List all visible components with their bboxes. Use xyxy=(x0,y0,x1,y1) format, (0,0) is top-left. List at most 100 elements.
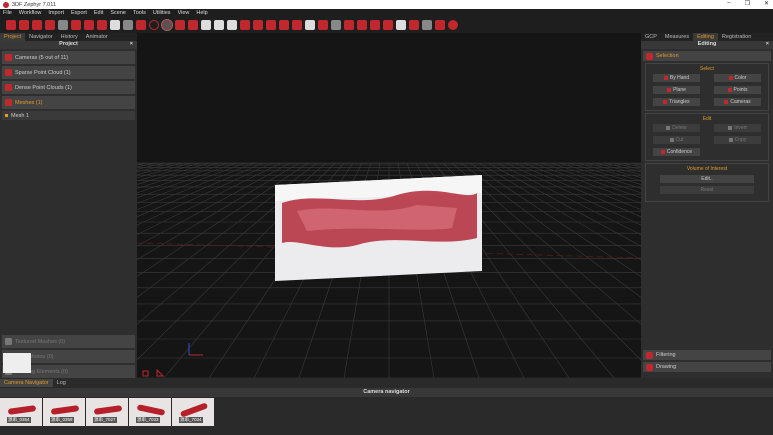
button-label: Points xyxy=(733,87,748,93)
menu-file[interactable]: File xyxy=(3,10,12,16)
thumbnail-label: 源串_7027 xyxy=(93,417,117,423)
confidence-button[interactable]: Confidence xyxy=(653,148,700,156)
ortho-icon[interactable] xyxy=(123,20,133,30)
tab-project[interactable]: Project xyxy=(0,33,26,41)
camera-thumbnail[interactable]: 源串_7027 xyxy=(86,398,128,426)
box-icon[interactable] xyxy=(292,20,302,30)
tab-camera-navigator[interactable]: Camera Navigator xyxy=(0,379,53,387)
cameras-button[interactable]: Cameras xyxy=(714,98,761,106)
copy-button[interactable]: Copy xyxy=(714,136,761,144)
rotate-icon[interactable] xyxy=(149,20,159,30)
undo-icon[interactable] xyxy=(318,20,328,30)
item-label: Sparse Point Cloud (1) xyxy=(15,69,71,76)
invert-button[interactable]: Invert xyxy=(714,124,761,132)
stats-icon[interactable] xyxy=(383,20,393,30)
close-panel-icon[interactable]: × xyxy=(130,41,133,47)
camera-thumbnail[interactable]: 源串_0358 xyxy=(43,398,85,426)
sketchfab-icon[interactable] xyxy=(435,20,445,30)
camera-thumbnail[interactable]: 源串_0354 xyxy=(0,398,42,426)
calendar-icon[interactable] xyxy=(396,20,406,30)
dense-icon[interactable] xyxy=(84,20,94,30)
section-label: Filtering xyxy=(656,352,676,358)
solid-icon[interactable] xyxy=(227,20,237,30)
tab-measures[interactable]: Measures xyxy=(661,33,693,41)
tab-editing[interactable]: Editing xyxy=(693,33,718,41)
help-icon[interactable] xyxy=(448,20,458,30)
menu-export[interactable]: Export xyxy=(71,10,87,16)
menu-workflow[interactable]: Workflow xyxy=(19,10,42,16)
camera-icon[interactable] xyxy=(136,20,146,30)
meshes-item[interactable]: Meshes (1) xyxy=(2,96,135,109)
button-label: By Hand xyxy=(669,75,690,81)
by-hand-icon xyxy=(663,76,668,80)
tab-history[interactable]: History xyxy=(57,33,82,41)
light-icon[interactable] xyxy=(188,20,198,30)
menu-utilities[interactable]: Utilities xyxy=(153,10,171,16)
plane-button[interactable]: Plane xyxy=(653,86,700,94)
tab-animator[interactable]: Animator xyxy=(82,33,112,41)
camera-thumbnail[interactable]: 源串_7033 xyxy=(129,398,171,426)
selection-section[interactable]: Selection xyxy=(643,51,771,61)
menu-view[interactable]: View xyxy=(178,10,190,16)
triangles-button[interactable]: Triangles xyxy=(653,98,700,106)
tab-registration[interactable]: Registration xyxy=(718,33,755,41)
dense-cloud-item[interactable]: Dense Point Clouds (1) xyxy=(2,81,135,94)
sparse-icon[interactable] xyxy=(71,20,81,30)
textured-meshes-item[interactable]: Textured Meshes (0) xyxy=(2,335,135,348)
grid-floor xyxy=(137,162,641,378)
brush-icon[interactable] xyxy=(240,20,250,30)
sphere-icon[interactable] xyxy=(279,20,289,30)
editing-panel: GCP Measures Editing Registration Editin… xyxy=(641,33,773,378)
close-button[interactable]: ✕ xyxy=(764,0,769,7)
workflow-icon[interactable] xyxy=(32,20,42,30)
tab-log[interactable]: Log xyxy=(53,379,70,387)
thumbnail-label: 源串_7034 xyxy=(179,417,203,423)
grid-icon[interactable] xyxy=(253,20,263,30)
maximize-button[interactable]: ❐ xyxy=(745,0,750,7)
texture-icon[interactable] xyxy=(58,20,68,30)
camera-thumbnail[interactable]: 源串_7034 xyxy=(172,398,214,426)
3d-viewport[interactable] xyxy=(137,33,641,378)
minimize-button[interactable]: – xyxy=(727,0,730,7)
ruler-icon[interactable] xyxy=(370,20,380,30)
target-icon[interactable] xyxy=(266,20,276,30)
mesh-1-item[interactable]: Mesh 1 xyxy=(2,111,135,120)
tab-gcp[interactable]: GCP xyxy=(641,33,661,41)
delete-button[interactable]: Delete xyxy=(653,124,700,132)
points-icon[interactable] xyxy=(175,20,185,30)
voi-reset-button[interactable]: Reset xyxy=(660,186,754,194)
save-icon[interactable] xyxy=(19,20,29,30)
by-hand-button[interactable]: By Hand xyxy=(653,74,700,82)
cube-icon[interactable] xyxy=(97,20,107,30)
crop-icon[interactable] xyxy=(357,20,367,30)
hex-icon[interactable] xyxy=(305,20,315,30)
menu-tools[interactable]: Tools xyxy=(133,10,146,16)
cameras-item[interactable]: Cameras (5 out of 11) xyxy=(2,51,135,64)
camera-icon xyxy=(5,54,12,61)
measure-icon[interactable] xyxy=(344,20,354,30)
mesh-icon[interactable] xyxy=(45,20,55,30)
menu-edit[interactable]: Edit xyxy=(94,10,103,16)
color-icon xyxy=(728,76,733,80)
menu-scene[interactable]: Scene xyxy=(110,10,126,16)
points-button[interactable]: Points xyxy=(714,86,761,94)
button-label: Copy xyxy=(734,137,747,143)
settings-icon[interactable] xyxy=(409,20,419,30)
filtering-section[interactable]: Filtering xyxy=(643,350,771,360)
color-button[interactable]: Color xyxy=(714,74,761,82)
menu-help[interactable]: Help xyxy=(196,10,207,16)
drawing-section[interactable]: Drawing xyxy=(643,362,771,372)
close-panel-icon[interactable]: × xyxy=(766,41,769,47)
new-project-icon[interactable] xyxy=(6,20,16,30)
orbit-icon[interactable] xyxy=(161,19,173,31)
cut-button[interactable]: Cut xyxy=(653,136,700,144)
menu-import[interactable]: Import xyxy=(48,10,64,16)
voi-edit-button[interactable]: Edit.. xyxy=(660,175,754,183)
tab-navigator[interactable]: Navigator xyxy=(25,33,57,41)
unity-icon[interactable] xyxy=(422,20,432,30)
shaded-icon[interactable] xyxy=(214,20,224,30)
sparse-cloud-item[interactable]: Sparse Point Cloud (1) xyxy=(2,66,135,79)
textured-icon[interactable] xyxy=(110,20,120,30)
wireframe-icon[interactable] xyxy=(201,20,211,30)
redo-icon[interactable] xyxy=(331,20,341,30)
